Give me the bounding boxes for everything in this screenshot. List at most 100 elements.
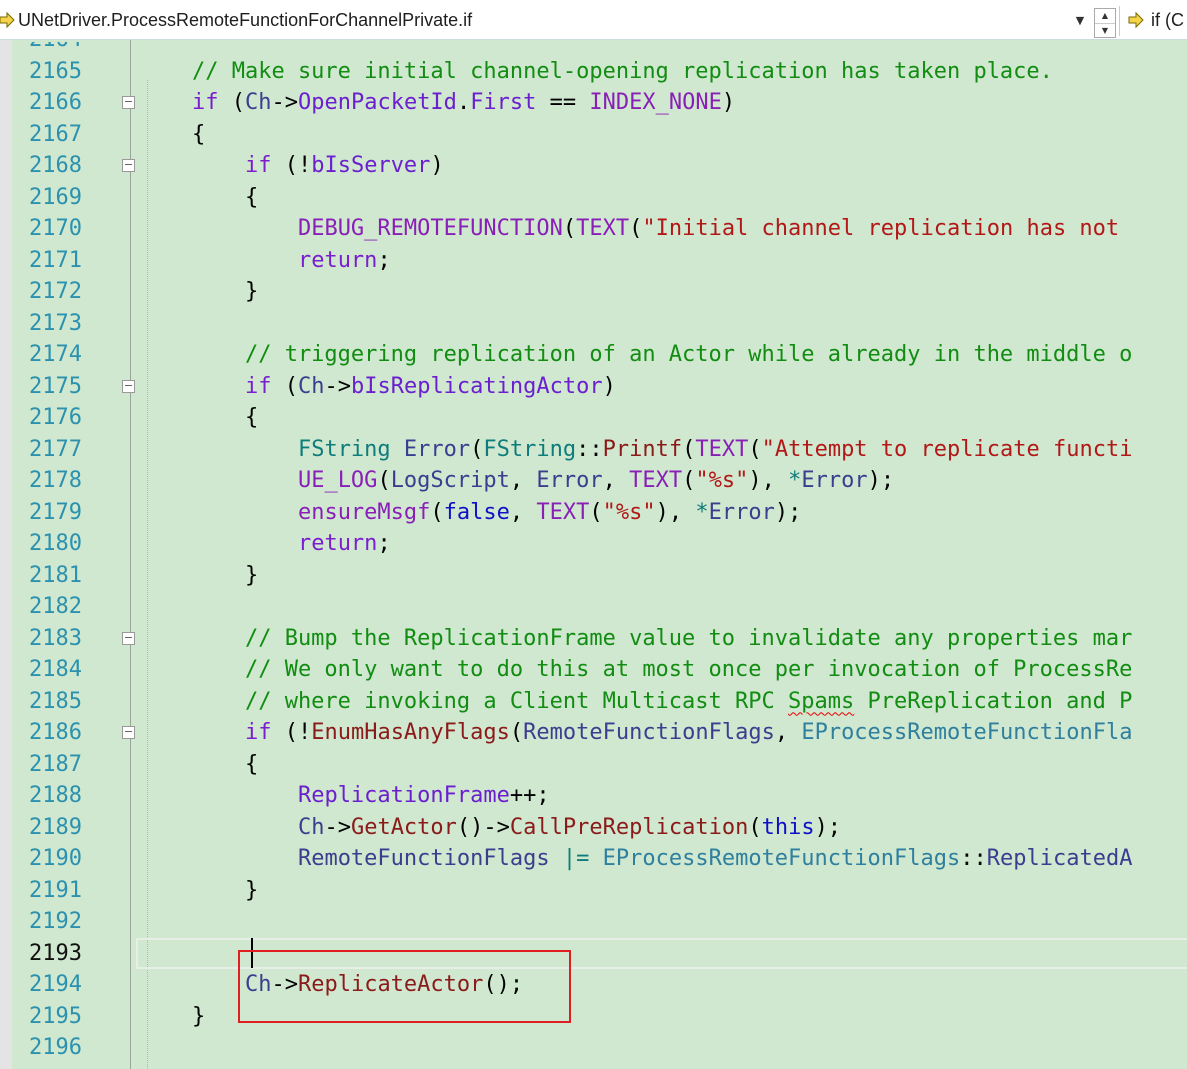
line-number: 2166	[29, 90, 82, 115]
code-text: {	[139, 402, 258, 434]
line-number: 2191	[29, 877, 82, 903]
code-line[interactable]: 2174 // triggering replication of an Act…	[0, 339, 1187, 371]
code-line[interactable]: 2193	[0, 938, 1187, 970]
code-token: Error	[403, 436, 471, 462]
code-line[interactable]: 2176 {	[0, 402, 1187, 434]
code-token: ,	[602, 468, 630, 493]
code-line[interactable]: 2187 {	[0, 749, 1187, 781]
code-token: UE_LOG	[297, 468, 378, 493]
code-line[interactable]: 2170 DEBUG_REMOTEFUNCTION(TEXT("Initial …	[0, 213, 1187, 245]
code-line[interactable]: 2182	[0, 591, 1187, 623]
code-line[interactable]: 2190 RemoteFunctionFlags |= EProcessRemo…	[0, 843, 1187, 875]
code-line[interactable]: 2179 ensureMsgf(false, TEXT("%s"), *Erro…	[0, 497, 1187, 529]
line-number: 2168	[29, 153, 82, 178]
code-line[interactable]: 2169 {	[0, 182, 1187, 214]
function-scope-dropdown[interactable]: UNetDriver.ProcessRemoteFunctionForChann…	[0, 8, 1090, 32]
code-token: if	[244, 720, 272, 745]
code-line[interactable]: 2172 }	[0, 276, 1187, 308]
code-token: if	[244, 153, 272, 178]
member-scope-dropdown[interactable]: if (C	[1127, 8, 1184, 32]
line-number: 2169	[29, 184, 82, 210]
code-token: FString	[483, 436, 577, 462]
code-line[interactable]: 2180 return;	[0, 528, 1187, 560]
code-token: Ch	[297, 814, 325, 840]
code-line[interactable]: 2194 Ch->ReplicateActor();	[0, 969, 1187, 1001]
code-token: (!	[271, 720, 312, 745]
line-number: 2194	[29, 972, 82, 997]
code-token: (	[470, 436, 484, 462]
code-token: }	[139, 279, 259, 304]
code-token: }	[139, 562, 259, 588]
code-line[interactable]: 2183 − // Bump the ReplicationFrame value…	[0, 623, 1187, 655]
line-number: 2176	[29, 405, 82, 430]
code-line[interactable]: 2167 {	[0, 119, 1187, 151]
line-number: 2170	[29, 216, 82, 241]
code-text: }	[139, 560, 258, 592]
code-token: (	[748, 814, 762, 840]
collapse-icon[interactable]: −	[122, 379, 135, 393]
code-token: // Make sure initial channel-opening rep…	[139, 58, 1053, 84]
code-token: ==	[536, 90, 590, 115]
code-token: }	[139, 1003, 206, 1029]
code-token: EnumHasAnyFlags	[311, 720, 510, 745]
code-token: "Initial channel replication has not	[642, 216, 1120, 241]
code-token: PreReplication and P	[854, 688, 1133, 714]
code-line[interactable]: 2189 Ch->GetActor()->CallPreReplication(…	[0, 812, 1187, 844]
code-token: FString	[297, 436, 391, 462]
code-line[interactable]: 2188 ReplicationFrame++;	[0, 780, 1187, 812]
code-line[interactable]: 2196	[0, 1032, 1187, 1064]
code-line[interactable]: 2181 }	[0, 560, 1187, 592]
line-number: 2182	[29, 594, 82, 619]
code-token: // We only want to do this at most once …	[139, 657, 1133, 682]
code-line[interactable]: 2186 − if (!EnumHasAnyFlags(RemoteFunctio…	[0, 717, 1187, 749]
code-line[interactable]: 2166 − if (Ch->OpenPacketId.First == INDE…	[0, 87, 1187, 119]
code-token: // triggering replication of an Actor wh…	[139, 342, 1133, 367]
code-line[interactable]: 2191 }	[0, 875, 1187, 907]
navbar-divider	[1119, 6, 1120, 36]
code-token: {	[139, 184, 259, 210]
code-line[interactable]: 2168 − if (!bIsServer)	[0, 150, 1187, 182]
code-text: UE_LOG(LogScript, Error, TEXT("%s"), *Er…	[139, 465, 894, 497]
code-token: (	[589, 499, 603, 525]
highlight-annotation-box	[238, 950, 571, 1023]
collapse-icon[interactable]: −	[122, 726, 135, 739]
code-text: // Make sure initial channel-opening rep…	[139, 56, 1053, 88]
code-token: ,	[774, 720, 802, 745]
code-token: {	[139, 751, 259, 777]
code-line[interactable]: 2177 FString Error(FString::Printf(TEXT(…	[0, 434, 1187, 466]
code-line[interactable]: 2175 − if (Ch->bIsReplicatingActor)	[0, 371, 1187, 403]
code-token: *	[695, 499, 709, 525]
spin-down-icon[interactable]: ▼	[1095, 24, 1115, 38]
collapse-icon[interactable]: −	[122, 159, 135, 172]
spin-up-icon[interactable]: ▲	[1095, 9, 1115, 24]
line-number: 2186	[29, 720, 82, 745]
code-line[interactable]: 2184 // We only want to do this at most …	[0, 654, 1187, 686]
code-line[interactable]: 2165 // Make sure initial channel-openin…	[0, 56, 1187, 88]
code-token: "%s"	[602, 499, 656, 525]
collapse-icon[interactable]: −	[122, 631, 135, 645]
scope-arrow-icon	[0, 11, 15, 29]
scope-spinner[interactable]: ▲ ▼	[1094, 8, 1116, 38]
code-line[interactable]: 2192	[0, 906, 1187, 938]
code-token: TEXT	[695, 436, 749, 462]
chevron-down-icon[interactable]: ▼	[1070, 10, 1090, 30]
code-line[interactable]: 2195 }	[0, 1001, 1187, 1033]
code-line[interactable]: 2173	[0, 308, 1187, 340]
code-line[interactable]: 2185 // where invoking a Client Multicas…	[0, 686, 1187, 718]
code-token: (	[682, 468, 696, 493]
code-token: this	[761, 814, 815, 840]
code-line[interactable]: 2171 return;	[0, 245, 1187, 277]
code-token: (	[629, 216, 643, 241]
collapse-icon[interactable]: −	[122, 96, 135, 109]
code-token: ),	[655, 499, 696, 525]
code-line[interactable]: 2178 UE_LOG(LogScript, Error, TEXT("%s")…	[0, 465, 1187, 497]
line-number: 2171	[29, 247, 82, 273]
code-token: false	[443, 499, 510, 525]
